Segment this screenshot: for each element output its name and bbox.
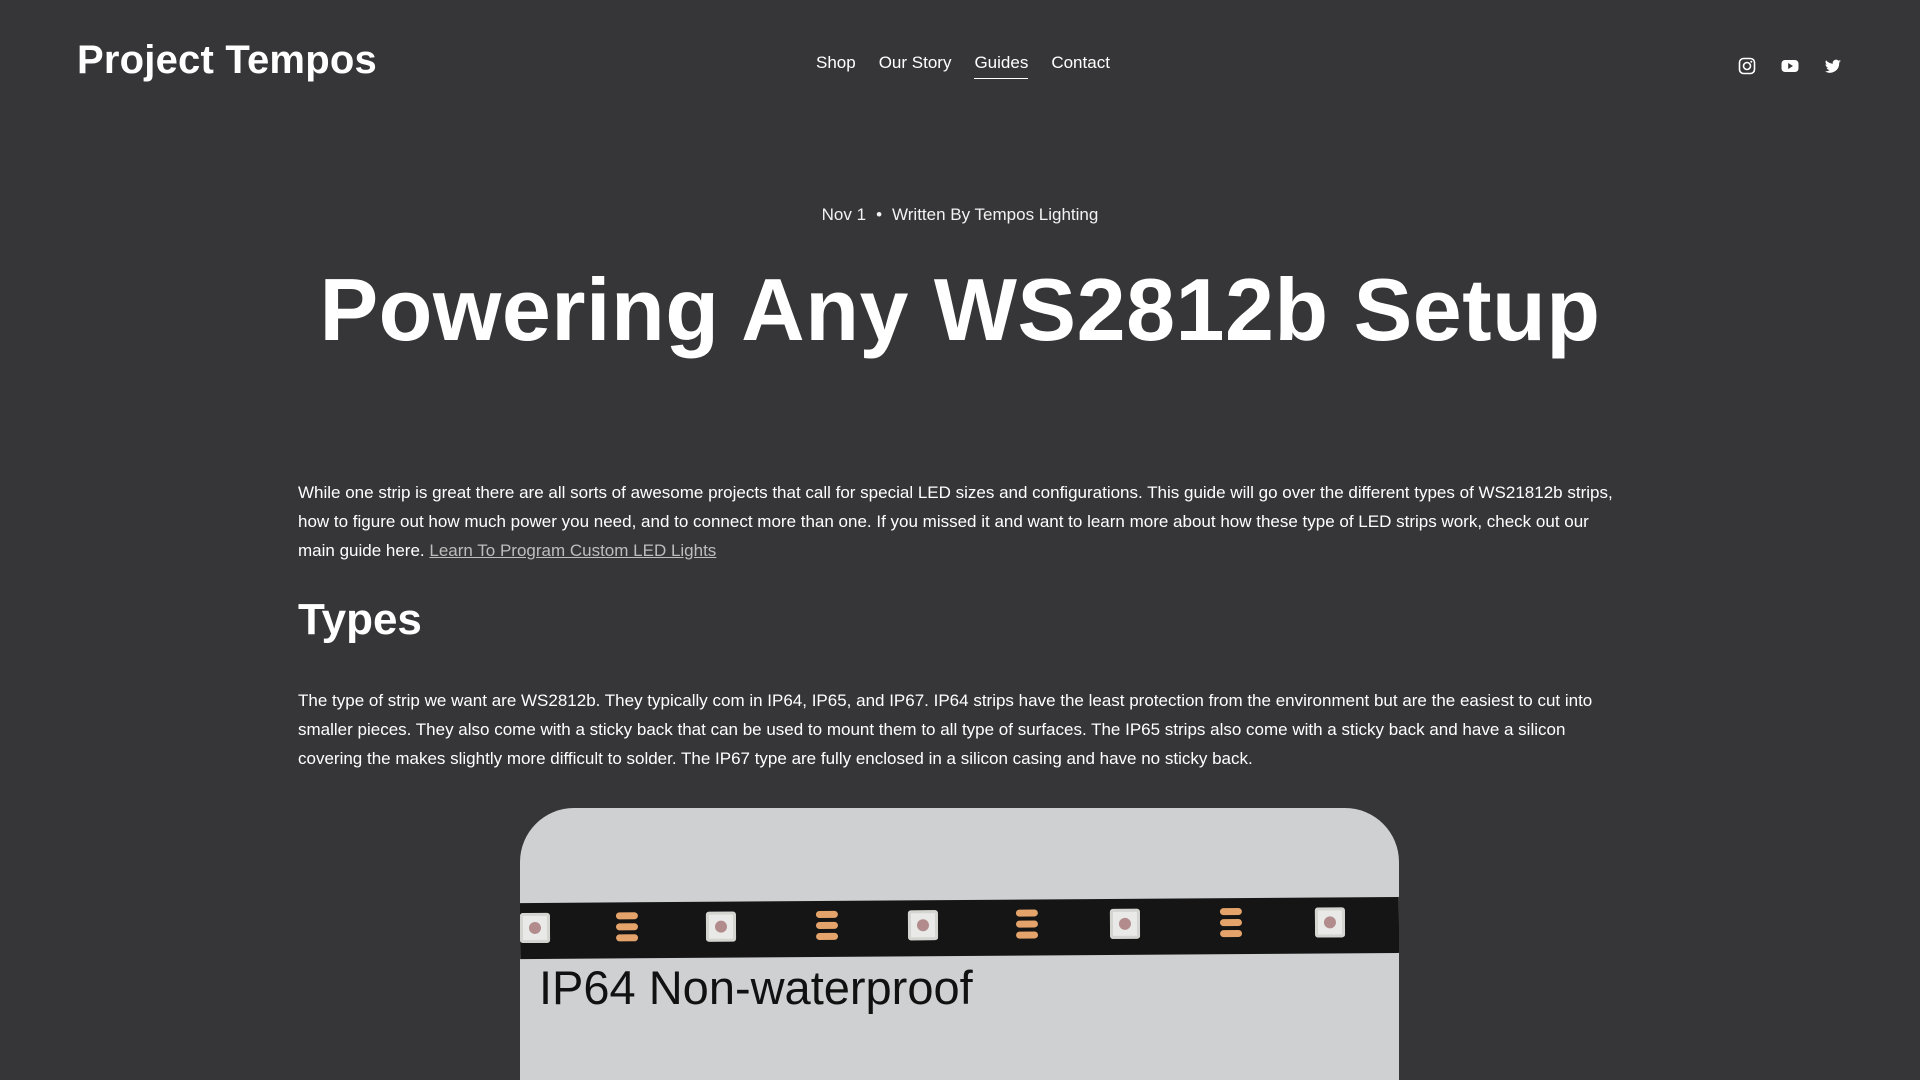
solder-pads bbox=[615, 912, 639, 946]
led-chip bbox=[520, 912, 551, 944]
article-date: Nov 1 bbox=[821, 205, 867, 224]
led-strip-image: IP64 Non-waterproof bbox=[520, 808, 1399, 1080]
intro-paragraph: While one strip is great there are all s… bbox=[298, 478, 1623, 565]
article-author[interactable]: Written By Tempos Lighting bbox=[892, 205, 1098, 224]
solder-pads bbox=[1219, 908, 1243, 942]
nav-item-contact[interactable]: Contact bbox=[1051, 53, 1110, 79]
nav-item-guides[interactable]: Guides bbox=[974, 53, 1029, 79]
image-caption-text: IP64 Non-waterproof bbox=[539, 961, 973, 1014]
section-paragraph: The type of strip we want are WS2812b. T… bbox=[298, 691, 1593, 768]
led-chip bbox=[907, 910, 939, 941]
led-strip-graphic bbox=[520, 896, 1399, 960]
youtube-icon[interactable] bbox=[1781, 57, 1799, 75]
led-chip bbox=[1314, 907, 1346, 938]
article-title: Powering Any WS2812b Setup bbox=[319, 260, 1601, 359]
instagram-icon[interactable] bbox=[1738, 57, 1756, 75]
nav-item-our-story[interactable]: Our Story bbox=[879, 53, 952, 79]
intro-guide-link[interactable]: Learn To Program Custom LED Lights bbox=[429, 541, 716, 560]
article-meta: Nov 1 • Written By Tempos Lighting bbox=[0, 205, 1920, 225]
led-chip bbox=[705, 911, 737, 942]
page: Project Tempos Shop Our Story Guides Con… bbox=[0, 0, 1920, 1080]
solder-pads bbox=[815, 910, 839, 945]
solder-pads bbox=[1015, 909, 1039, 943]
meta-separator: • bbox=[876, 205, 883, 224]
site-title[interactable]: Project Tempos bbox=[77, 38, 377, 83]
social-links bbox=[1738, 57, 1842, 75]
section-heading: Types bbox=[298, 595, 422, 644]
nav-item-shop[interactable]: Shop bbox=[816, 53, 856, 79]
main-nav: Shop Our Story Guides Contact bbox=[816, 53, 1110, 79]
led-chip bbox=[1109, 908, 1141, 939]
twitter-icon[interactable] bbox=[1824, 57, 1842, 75]
